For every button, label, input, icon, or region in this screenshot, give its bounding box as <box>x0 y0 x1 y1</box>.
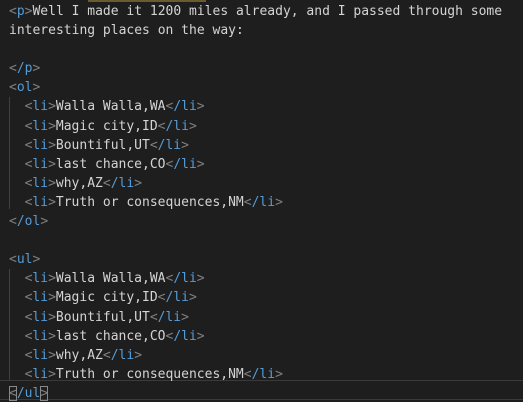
list-item[interactable]: <li>why,AZ</li> <box>9 174 523 193</box>
ol-item-text: Walla Walla,WA <box>55 99 166 115</box>
matched-bracket-open: < <box>9 385 17 401</box>
list-item[interactable]: <li>Truth or consequences,NM</li> <box>9 193 523 212</box>
ul-item-text: Magic city,ID <box>55 290 158 306</box>
ul-item-text: last chance,CO <box>55 328 166 344</box>
code-editor[interactable]: < p > Well I made it 1200 miles already, an… <box>0 0 523 402</box>
code-lines: < p > Well I made it 1200 miles already, an… <box>9 2 523 402</box>
ul-item-text: Truth or consequences,NM <box>55 366 244 382</box>
list-item[interactable]: <li>why,AZ</li> <box>9 346 523 365</box>
list-item[interactable]: <li>Magic city,ID</li> <box>9 288 523 307</box>
ul-open-tag: ul <box>16 252 33 268</box>
list-item[interactable]: <li>Truth or consequences,NM</li> <box>9 365 523 384</box>
ol-item-text: why,AZ <box>55 175 103 191</box>
code-line[interactable]: <ul> <box>9 250 523 269</box>
list-item[interactable]: <li>Walla Walla,WA</li> <box>9 97 523 116</box>
ul-close-tag: /ul <box>16 385 41 401</box>
code-line-blank[interactable] <box>9 40 523 59</box>
ol-item-text: Bountiful,UT <box>55 137 150 153</box>
ul-item-text: Bountiful,UT <box>55 309 150 325</box>
list-item[interactable]: <li>Magic city,ID</li> <box>9 117 523 136</box>
ul-item-text: why,AZ <box>55 347 103 363</box>
ol-item-text: Magic city,ID <box>55 118 158 134</box>
code-line[interactable]: <ol> <box>9 78 523 97</box>
ul-item-text: Walla Walla,WA <box>55 271 166 287</box>
ol-close-tag: /ol <box>16 214 41 230</box>
ol-item-text: last chance,CO <box>55 156 166 172</box>
code-line[interactable]: <p>Well I made it 1200 miles already, an… <box>9 2 523 21</box>
list-item[interactable]: <li>last chance,CO</li> <box>9 155 523 174</box>
code-line[interactable]: </p> <box>9 59 523 78</box>
list-item[interactable]: <li>Bountiful,UT</li> <box>9 136 523 155</box>
paragraph-text-line-2: interesting places on the way: <box>9 23 244 39</box>
code-line[interactable]: </ol> <box>9 212 523 231</box>
p-close-tag: /p <box>16 61 33 77</box>
paragraph-text-line-1: Well I made it 1200 miles already, and I… <box>32 4 503 19</box>
code-line-blank[interactable] <box>9 231 523 250</box>
code-line[interactable]: interesting places on the way: <box>9 21 523 40</box>
list-item[interactable]: <li>Walla Walla,WA</li> <box>9 269 523 288</box>
list-item[interactable]: <li>last chance,CO</li> <box>9 327 523 346</box>
code-line-current[interactable]: </ul> <box>9 384 523 402</box>
list-item[interactable]: <li>Bountiful,UT</li> <box>9 308 523 327</box>
matched-bracket-close: > <box>40 385 49 401</box>
ol-item-text: Truth or consequences,NM <box>55 194 244 210</box>
p-open-tag: p <box>16 4 25 19</box>
ol-open-tag: ol <box>16 80 33 96</box>
